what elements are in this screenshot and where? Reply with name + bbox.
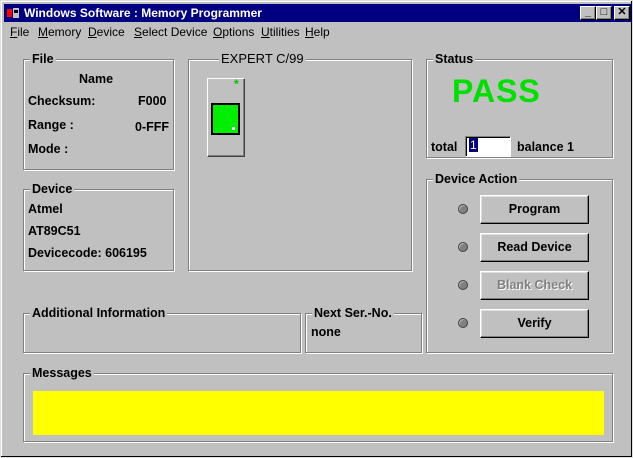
menu-memory[interactable]: Memory (38, 23, 81, 41)
device-manufacturer: Atmel (28, 202, 63, 216)
close-button[interactable]: ✕ (614, 6, 630, 20)
socket-card[interactable]: * (207, 77, 245, 157)
messages-title: Messages (30, 366, 94, 380)
checksum-value: F000 (138, 94, 167, 108)
additional-info-group: Additional Information (23, 306, 301, 353)
total-value: 1 (469, 138, 478, 152)
checksum-label: Checksum: (28, 94, 96, 108)
blank-check-status-led (458, 280, 468, 290)
menu-file[interactable]: File (10, 23, 29, 41)
chip-pin1-dot (232, 127, 235, 130)
menu-options[interactable]: Options (213, 23, 254, 41)
total-label: total (431, 140, 458, 154)
verify-button[interactable]: Verify (480, 309, 589, 338)
mode-label: Mode : (28, 142, 69, 156)
read-device-button[interactable]: Read Device (480, 233, 589, 262)
file-group: File Name Checksum: F000 Range : 0-FFF M… (23, 52, 174, 170)
program-status-led (458, 204, 468, 214)
next-serial-group: Next Ser.-No. none (305, 306, 422, 353)
messages-area (33, 391, 604, 435)
program-button[interactable]: Program (480, 195, 589, 224)
total-input[interactable]: 1 (465, 136, 511, 157)
activity-indicator: * (234, 77, 239, 91)
window-title: Windows Software : Memory Programmer (24, 6, 262, 20)
balance-text: balance 1 (517, 140, 574, 154)
main-window: Windows Software : Memory Programmer _ □… (0, 0, 633, 458)
status-group: Status PASS total 1 balance 1 (426, 52, 613, 158)
menu-select-device[interactable]: Select Device (134, 23, 207, 41)
blank-check-button[interactable]: Blank Check (480, 271, 589, 300)
maximize-button[interactable]: □ (596, 6, 612, 20)
menu-help[interactable]: Help (305, 23, 330, 41)
menu-bar: File Memory Device Select Device Options… (4, 23, 631, 41)
menu-device[interactable]: Device (88, 23, 125, 41)
read-device-status-led (458, 242, 468, 252)
next-serial-title: Next Ser.-No. (312, 306, 394, 320)
next-serial-value: none (311, 325, 341, 339)
range-label: Range : (28, 118, 74, 132)
additional-info-title: Additional Information (30, 306, 168, 320)
file-name-label: Name (79, 72, 114, 86)
menu-utilities[interactable]: Utilities (261, 23, 300, 41)
app-icon (7, 8, 19, 18)
device-group-title: Device (30, 182, 75, 196)
devicecode: Devicecode: 606195 (28, 246, 147, 260)
device-action-group: Device Action Program Read Device Blank … (426, 172, 613, 353)
device-part: AT89C51 (28, 224, 81, 238)
status-result: PASS (452, 73, 541, 109)
programmer-title: EXPERT C/99 (219, 51, 306, 66)
device-group: Device Atmel AT89C51 Devicecode: 606195 (23, 182, 174, 271)
programmer-group: EXPERT C/99 * (188, 52, 412, 271)
verify-status-led (458, 318, 468, 328)
messages-group: Messages (23, 366, 613, 442)
range-value: 0-FFF (135, 120, 170, 134)
chip-icon (211, 103, 240, 135)
device-action-title: Device Action (433, 172, 520, 186)
file-group-title: File (30, 52, 56, 66)
title-bar[interactable]: Windows Software : Memory Programmer _ □… (4, 4, 631, 22)
status-group-title: Status (433, 52, 476, 66)
minimize-button[interactable]: _ (580, 6, 596, 20)
